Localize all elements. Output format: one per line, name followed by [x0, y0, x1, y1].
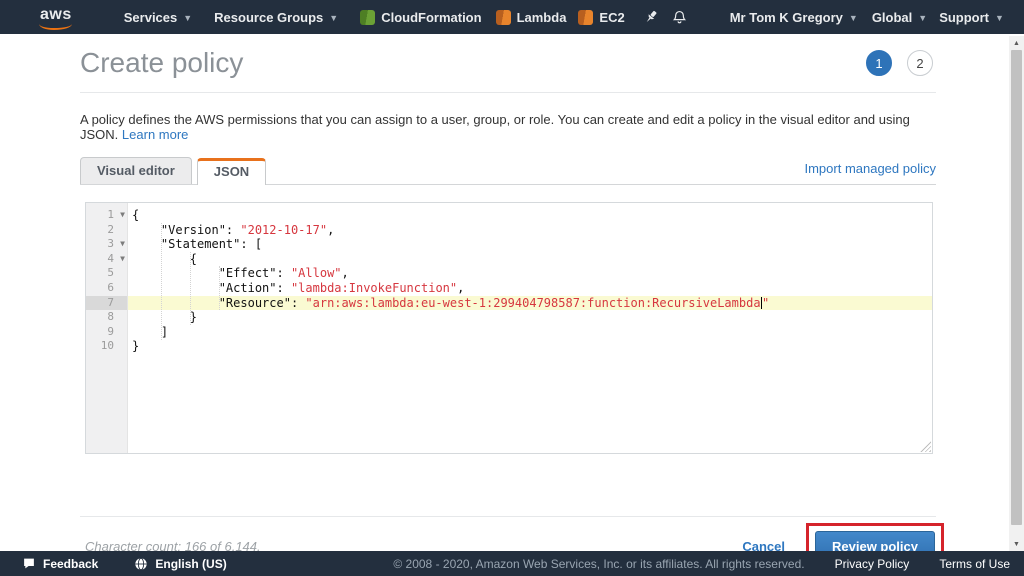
nav-ec2-label: EC2 — [599, 10, 624, 25]
code-line: "Resource": "arn:aws:lambda:eu-west-1:29… — [128, 296, 932, 311]
nav-shortcut-lambda[interactable]: Lambda — [496, 10, 567, 25]
nav-user-menu[interactable]: Mr Tom K Gregory ▼ — [730, 10, 858, 25]
chevron-down-icon: ▼ — [849, 13, 858, 23]
nav-cloudformation-label: CloudFormation — [381, 10, 481, 25]
nav-support-menu[interactable]: Support ▼ — [939, 10, 1004, 25]
wizard-steps: 1 2 — [866, 50, 933, 76]
nav-region-label: Global — [872, 10, 912, 25]
speech-bubble-icon — [22, 557, 36, 570]
code-line: { — [128, 252, 932, 267]
json-policy-editor[interactable]: 1▼23▼4▼5678910 { "Version": "2012-10-17"… — [85, 202, 933, 454]
nav-user-label: Mr Tom K Gregory — [730, 10, 843, 25]
code-line: "Action": "lambda:InvokeFunction", — [128, 281, 932, 296]
chevron-down-icon: ▼ — [995, 13, 1004, 23]
aws-logo-smile-icon — [39, 24, 72, 30]
nav-lambda-label: Lambda — [517, 10, 567, 25]
language-label: English (US) — [155, 557, 226, 571]
nav-shortcut-cloudformation[interactable]: CloudFormation — [360, 10, 481, 25]
actions-divider — [80, 516, 936, 517]
nav-support-label: Support — [939, 10, 989, 25]
nav-resource-groups-label: Resource Groups — [214, 10, 323, 25]
main-content: Create policy 1 2 A policy defines the A… — [0, 34, 1024, 567]
indent-guide — [161, 223, 162, 340]
code-line: "Effect": "Allow", — [128, 266, 932, 281]
aws-logo[interactable]: aws — [38, 4, 74, 31]
chevron-down-icon: ▼ — [183, 13, 192, 23]
ec2-icon — [578, 10, 593, 25]
import-managed-policy-link[interactable]: Import managed policy — [804, 161, 936, 176]
indent-guide — [219, 266, 220, 310]
privacy-policy-link[interactable]: Privacy Policy — [835, 557, 910, 571]
globe-icon — [134, 557, 148, 571]
footer-bar: Feedback English (US) © 2008 - 2020, Ama… — [0, 551, 1024, 576]
intro-text: A policy defines the AWS permissions tha… — [80, 112, 910, 142]
nav-region-menu[interactable]: Global ▼ — [872, 10, 927, 25]
feedback-button[interactable]: Feedback — [22, 557, 98, 571]
page-title: Create policy — [80, 47, 243, 79]
indent-guide — [190, 252, 191, 325]
terms-of-use-link[interactable]: Terms of Use — [939, 557, 1010, 571]
scrollbar-up-arrow[interactable]: ▲ — [1009, 36, 1024, 50]
aws-logo-text: aws — [40, 6, 72, 23]
gutter-line-number: 3▼ — [86, 237, 127, 252]
code-line: ] — [128, 325, 932, 340]
nav-resource-groups-menu[interactable]: Resource Groups ▼ — [214, 10, 338, 25]
tab-json[interactable]: JSON — [197, 158, 266, 185]
gutter-line-number: 5 — [86, 266, 127, 281]
pin-icon[interactable] — [643, 9, 659, 25]
gutter-line-number: 8 — [86, 310, 127, 325]
gutter-line-number: 4▼ — [86, 252, 127, 267]
nav-services-label: Services — [124, 10, 178, 25]
gutter-line-number: 1▼ — [86, 208, 127, 223]
editor-gutter: 1▼23▼4▼5678910 — [86, 203, 128, 453]
scrollbar-down-arrow[interactable]: ▼ — [1009, 537, 1024, 551]
scrollbar-thumb[interactable] — [1011, 50, 1022, 525]
language-selector[interactable]: English (US) — [134, 557, 226, 571]
notifications-bell-icon[interactable] — [671, 9, 688, 26]
gutter-line-number: 6 — [86, 281, 127, 296]
nav-shortcut-ec2[interactable]: EC2 — [578, 10, 624, 25]
title-divider — [80, 92, 936, 93]
step-1-indicator: 1 — [866, 50, 892, 76]
code-line: } — [128, 339, 932, 354]
gutter-line-number: 10 — [86, 339, 127, 354]
step-2-indicator: 2 — [907, 50, 933, 76]
fold-toggle-icon[interactable]: ▼ — [120, 252, 125, 267]
fold-toggle-icon[interactable]: ▼ — [120, 208, 125, 223]
chevron-down-icon: ▼ — [918, 13, 927, 23]
nav-services-menu[interactable]: Services ▼ — [124, 10, 192, 25]
learn-more-link[interactable]: Learn more — [122, 127, 188, 142]
code-line: "Version": "2012-10-17", — [128, 223, 932, 238]
editor-code[interactable]: { "Version": "2012-10-17", "Statement": … — [128, 203, 932, 453]
tab-visual-editor[interactable]: Visual editor — [80, 157, 192, 184]
feedback-label: Feedback — [43, 557, 98, 571]
chevron-down-icon: ▼ — [329, 13, 338, 23]
cloudformation-icon — [360, 10, 375, 25]
copyright-text: © 2008 - 2020, Amazon Web Services, Inc.… — [393, 557, 804, 571]
gutter-line-number: 7 — [86, 296, 127, 311]
editor-tabs: Visual editor JSON Import managed policy — [80, 158, 936, 185]
fold-toggle-icon[interactable]: ▼ — [120, 237, 125, 252]
top-navigation-bar: aws Services ▼ Resource Groups ▼ CloudFo… — [0, 0, 1024, 34]
gutter-line-number: 9 — [86, 325, 127, 340]
page-scrollbar: ▲ ▼ — [1009, 36, 1024, 551]
code-line: { — [128, 208, 932, 223]
code-line: } — [128, 310, 932, 325]
lambda-icon — [496, 10, 511, 25]
gutter-line-number: 2 — [86, 223, 127, 238]
code-line: "Statement": [ — [128, 237, 932, 252]
